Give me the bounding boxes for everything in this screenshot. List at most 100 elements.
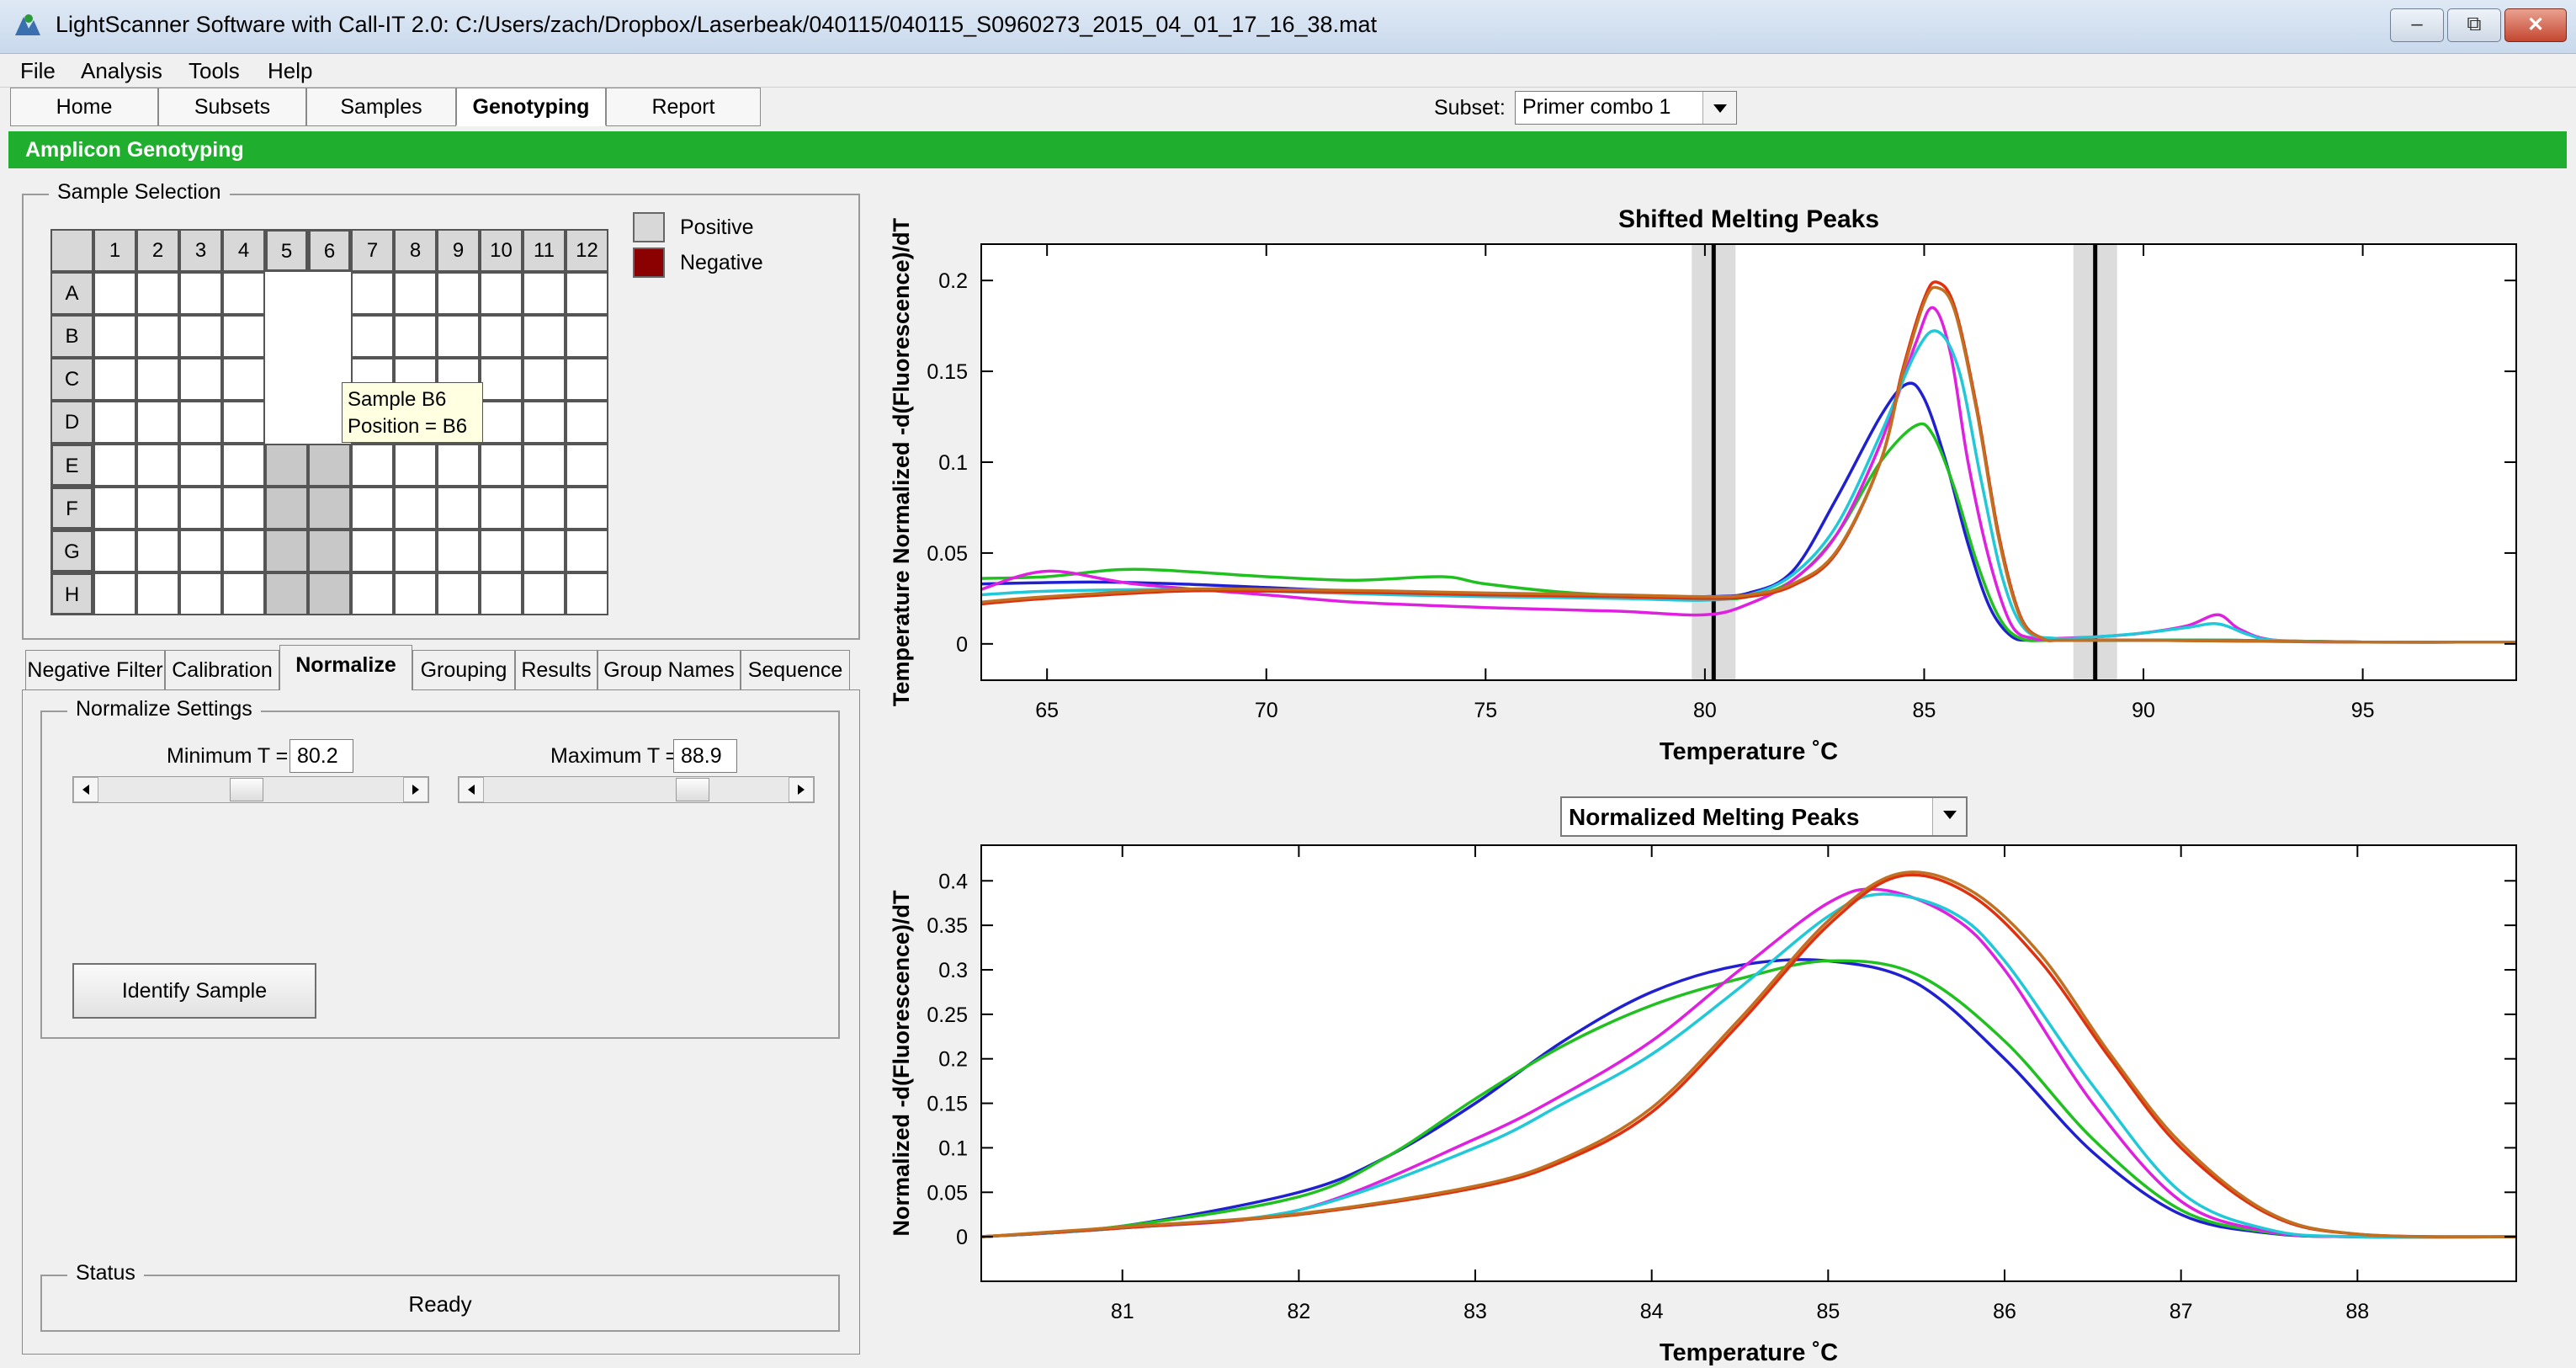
- plate-row-header[interactable]: F: [50, 487, 93, 530]
- plate-well[interactable]: [480, 487, 523, 530]
- menu-file[interactable]: File: [10, 54, 66, 88]
- subtab-negative-filter[interactable]: Negative Filter: [25, 650, 165, 690]
- plate-column-header[interactable]: 3: [179, 229, 222, 272]
- close-button[interactable]: ✕: [2504, 8, 2567, 42]
- plate-column-header[interactable]: 2: [136, 229, 179, 272]
- plate-well[interactable]: [351, 487, 394, 530]
- plate-well[interactable]: [566, 401, 608, 444]
- plate-well[interactable]: [437, 572, 480, 615]
- plate-corner[interactable]: [50, 229, 93, 272]
- plate-well[interactable]: [222, 530, 265, 572]
- tab-samples[interactable]: Samples: [306, 88, 456, 126]
- plate-well[interactable]: [93, 530, 136, 572]
- plate-row-header[interactable]: H: [50, 572, 93, 615]
- plate-well[interactable]: [308, 572, 351, 615]
- plate-well[interactable]: [265, 401, 308, 444]
- slider-left-arrow-icon[interactable]: [73, 777, 98, 802]
- subtab-normalize[interactable]: Normalize: [279, 645, 412, 690]
- plate-well[interactable]: [179, 315, 222, 358]
- plate-well[interactable]: [523, 272, 566, 315]
- menu-help[interactable]: Help: [258, 54, 322, 88]
- subtab-grouping[interactable]: Grouping: [412, 650, 515, 690]
- plate-well[interactable]: [523, 444, 566, 487]
- shifted-melting-peaks-chart[interactable]: 65 70 75 80 85 90 95 0 0.05 0.1 0.15 0.2 Temperature…: [884, 194, 2567, 766]
- plate-well[interactable]: [136, 530, 179, 572]
- plate-well[interactable]: [394, 444, 437, 487]
- plate-well[interactable]: [136, 444, 179, 487]
- plate-well[interactable]: [523, 572, 566, 615]
- plate-well[interactable]: [136, 272, 179, 315]
- plate-well[interactable]: [437, 444, 480, 487]
- plate-column-header[interactable]: 8: [394, 229, 437, 272]
- subtab-calibration[interactable]: Calibration: [165, 650, 279, 690]
- plate-well[interactable]: [93, 358, 136, 401]
- plate-well[interactable]: [308, 444, 351, 487]
- plate-well[interactable]: [93, 444, 136, 487]
- plate-well[interactable]: [351, 272, 394, 315]
- plate-well[interactable]: [394, 530, 437, 572]
- plate-well[interactable]: [265, 272, 308, 315]
- plate-well[interactable]: [222, 315, 265, 358]
- plate-well[interactable]: [523, 315, 566, 358]
- normalized-melting-peaks-chart[interactable]: 81 82 83 84 85 86 87 88 0 0.05 0.1 0.15 0.2 0.25 0.3 0.…: [884, 840, 2567, 1365]
- restore-button[interactable]: ⧉: [2447, 8, 2501, 42]
- chevron-down-icon[interactable]: [1932, 798, 1966, 835]
- plate-well[interactable]: [93, 572, 136, 615]
- plate-well[interactable]: [523, 358, 566, 401]
- maximum-t-input[interactable]: 88.9: [673, 739, 737, 773]
- maximum-t-slider[interactable]: [458, 776, 815, 803]
- plate-well[interactable]: [566, 444, 608, 487]
- plate-well[interactable]: [93, 315, 136, 358]
- subtab-results[interactable]: Results: [515, 650, 598, 690]
- plate-column-header[interactable]: 11: [523, 229, 566, 272]
- plate-well[interactable]: [179, 530, 222, 572]
- plate-well[interactable]: [480, 401, 523, 444]
- plate-well[interactable]: [222, 272, 265, 315]
- plate-well[interactable]: [480, 444, 523, 487]
- subset-dropdown[interactable]: Primer combo 1: [1515, 91, 1737, 125]
- plate-well[interactable]: [566, 272, 608, 315]
- plate-well[interactable]: [394, 272, 437, 315]
- plate-column-header[interactable]: 12: [566, 229, 608, 272]
- plate-well[interactable]: [566, 315, 608, 358]
- plate-row-header[interactable]: G: [50, 530, 93, 572]
- slider-right-arrow-icon[interactable]: [789, 777, 814, 802]
- plate-well[interactable]: [265, 358, 308, 401]
- plate-well[interactable]: [308, 315, 351, 358]
- plot-area[interactable]: [981, 244, 2516, 680]
- plate-well[interactable]: [179, 358, 222, 401]
- minimize-button[interactable]: –: [2390, 8, 2444, 42]
- plate-well[interactable]: [136, 572, 179, 615]
- plate-well[interactable]: [265, 487, 308, 530]
- plate-well[interactable]: [480, 358, 523, 401]
- slider-right-arrow-icon[interactable]: [403, 777, 428, 802]
- tab-report[interactable]: Report: [606, 88, 761, 126]
- plate-well[interactable]: [265, 572, 308, 615]
- plate-column-header[interactable]: 5: [265, 229, 308, 272]
- plate-well[interactable]: [136, 487, 179, 530]
- plate-row-header[interactable]: E: [50, 444, 93, 487]
- plate-well[interactable]: [480, 572, 523, 615]
- plate-row-header[interactable]: C: [50, 358, 93, 401]
- menu-analysis[interactable]: Analysis: [71, 54, 173, 88]
- plate-well[interactable]: [265, 530, 308, 572]
- plate-well[interactable]: [222, 358, 265, 401]
- plate-well[interactable]: [394, 315, 437, 358]
- tab-subsets[interactable]: Subsets: [158, 88, 306, 126]
- plate-column-header[interactable]: 7: [351, 229, 394, 272]
- plate-well[interactable]: [437, 487, 480, 530]
- chevron-down-icon[interactable]: [1702, 92, 1736, 124]
- plate-well[interactable]: [136, 358, 179, 401]
- plate-well[interactable]: [523, 487, 566, 530]
- plate-well[interactable]: [136, 401, 179, 444]
- menu-tools[interactable]: Tools: [178, 54, 250, 88]
- plate-well[interactable]: [179, 272, 222, 315]
- plate-well[interactable]: [93, 401, 136, 444]
- plate-well[interactable]: [93, 272, 136, 315]
- plate-well[interactable]: [308, 530, 351, 572]
- plate-row-header[interactable]: D: [50, 401, 93, 444]
- plate-well[interactable]: [265, 315, 308, 358]
- plate-column-header[interactable]: 10: [480, 229, 523, 272]
- plate-row-header[interactable]: B: [50, 315, 93, 358]
- plate-well[interactable]: [566, 358, 608, 401]
